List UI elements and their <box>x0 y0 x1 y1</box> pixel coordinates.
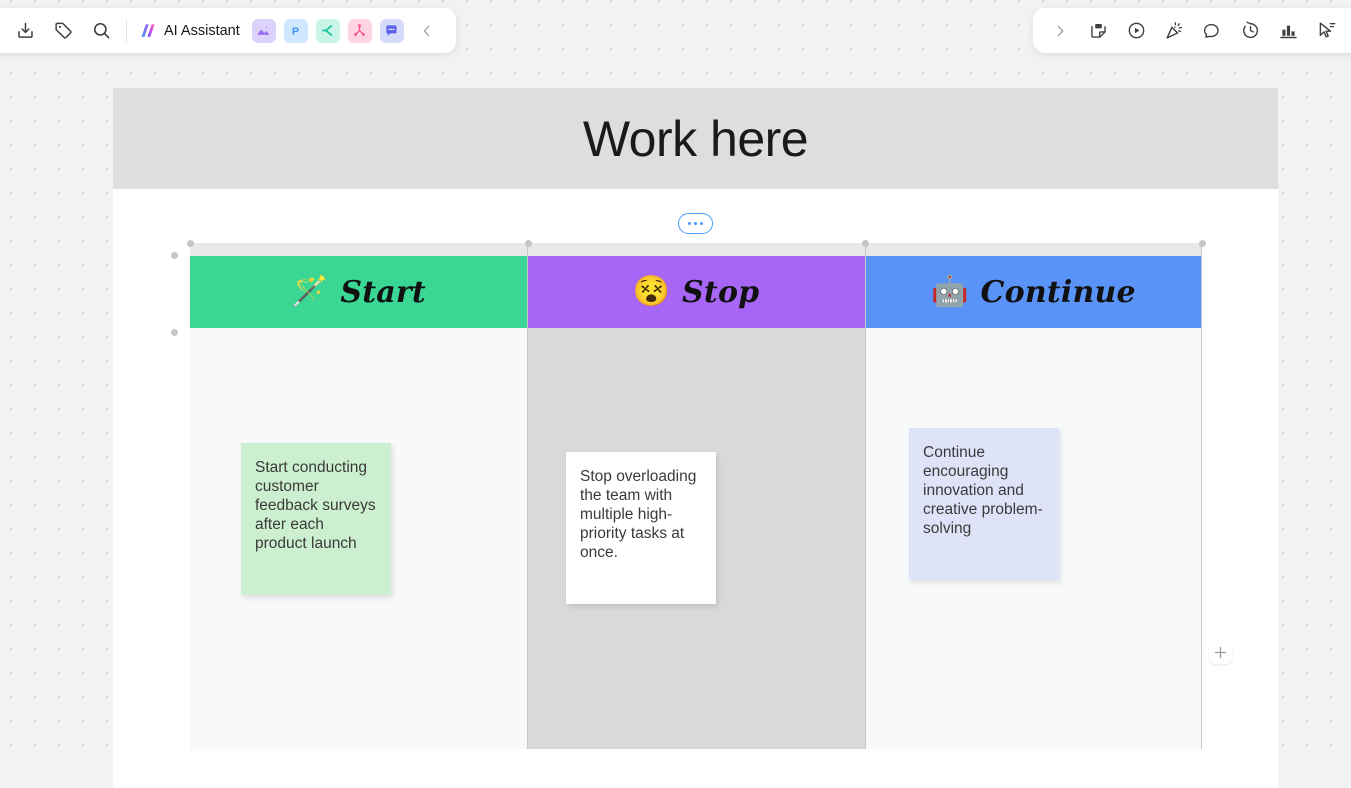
sticky-note-icon-button[interactable] <box>1079 12 1117 50</box>
ai-logo-icon <box>141 24 155 37</box>
celebrate-icon <box>1165 22 1182 39</box>
dizzy-robot-emoji: 😵 <box>632 275 671 308</box>
celebrate-icon-button[interactable] <box>1155 12 1193 50</box>
column-divider-3[interactable] <box>1201 243 1202 749</box>
column-divider-1[interactable] <box>527 243 528 749</box>
cursor-share-icon-button[interactable] <box>1307 12 1345 50</box>
page-title: Work here <box>582 110 809 167</box>
dot-3-icon <box>700 222 703 225</box>
column-divider-2[interactable] <box>865 243 866 749</box>
svg-text:P: P <box>292 25 299 37</box>
robot-emoji: 🤖 <box>931 275 969 308</box>
add-row-button[interactable] <box>1209 641 1232 664</box>
cursor-share-icon <box>1319 22 1335 38</box>
left-toolbar: AI Assistant P <box>0 8 456 53</box>
sticky-note-stop[interactable]: Stop overloading the team with multiple … <box>566 452 716 604</box>
right-toolbar <box>1033 8 1351 53</box>
search-icon-button[interactable] <box>82 12 120 50</box>
diagram-icon <box>322 25 333 36</box>
column-header-stop[interactable]: 😵 Stop <box>527 256 865 328</box>
tag-icon <box>54 22 72 39</box>
chevron-right-icon <box>1057 25 1064 36</box>
timer-icon-button[interactable] <box>1231 12 1269 50</box>
column-label-stop: Stop <box>682 274 760 310</box>
toolbar-divider <box>126 18 127 43</box>
tag-icon-button[interactable] <box>44 12 82 50</box>
diagram-icon-button[interactable] <box>315 18 340 43</box>
comment-icon-button[interactable] <box>1193 12 1231 50</box>
import-icon-button[interactable] <box>6 12 44 50</box>
collapse-left-toolbar-button[interactable] <box>408 12 446 50</box>
import-icon <box>17 22 33 38</box>
selection-handle-top-right[interactable] <box>1199 240 1206 247</box>
column-label-continue: Continue <box>980 274 1136 310</box>
search-icon <box>93 22 109 39</box>
play-circle-icon <box>1128 22 1144 39</box>
timer-icon <box>1242 21 1258 39</box>
plus-icon <box>1214 646 1227 659</box>
selection-handle-top-mid1[interactable] <box>525 240 532 247</box>
column-header-continue[interactable]: 🤖 Continue <box>865 256 1202 328</box>
board-title-bar: Work here <box>113 88 1278 189</box>
vote-chart-icon <box>1279 25 1297 39</box>
sticky-note-continue[interactable]: Continue encouraging innovation and crea… <box>909 428 1059 580</box>
selection-handle-left-top[interactable] <box>171 252 178 259</box>
table-context-menu-button[interactable] <box>678 213 713 234</box>
mindmap-icon <box>354 24 366 36</box>
column-label-start: Start <box>340 274 426 310</box>
table-drag-bar[interactable] <box>190 243 1202 256</box>
play-circle-icon-button[interactable] <box>1117 12 1155 50</box>
selection-handle-top-mid2[interactable] <box>862 240 869 247</box>
sticky-note-start[interactable]: Start conducting customer feedback surve… <box>241 443 391 595</box>
ai-assistant-button[interactable]: AI Assistant <box>133 12 248 50</box>
whiteboard-canvas[interactable]: Work here 🪄 Start 😵 Stop 🤖 Continue Star… <box>0 0 1351 788</box>
vote-chart-icon-button[interactable] <box>1269 12 1307 50</box>
prototype-icon-button[interactable]: P <box>283 18 308 43</box>
dot-1-icon <box>688 222 691 225</box>
prototype-icon: P <box>292 25 299 37</box>
selection-handle-left-mid[interactable] <box>171 329 178 336</box>
sticky-note-icon <box>1090 23 1106 38</box>
ai-assistant-label: AI Assistant <box>164 22 240 39</box>
expand-right-toolbar-button[interactable] <box>1041 12 1079 50</box>
chevron-left-icon <box>423 25 429 36</box>
mindmap-icon-button[interactable] <box>347 18 372 43</box>
comment-app-icon-button[interactable] <box>379 18 404 43</box>
dot-2-icon <box>694 222 697 225</box>
comment-app-icon <box>386 25 397 36</box>
column-header-start[interactable]: 🪄 Start <box>190 256 527 328</box>
image-magic-icon-button[interactable] <box>251 18 276 43</box>
magic-wand-emoji: 🪄 <box>291 275 329 308</box>
selection-handle-top-left[interactable] <box>187 240 194 247</box>
image-magic-icon <box>257 25 270 35</box>
comment-icon <box>1203 23 1219 38</box>
